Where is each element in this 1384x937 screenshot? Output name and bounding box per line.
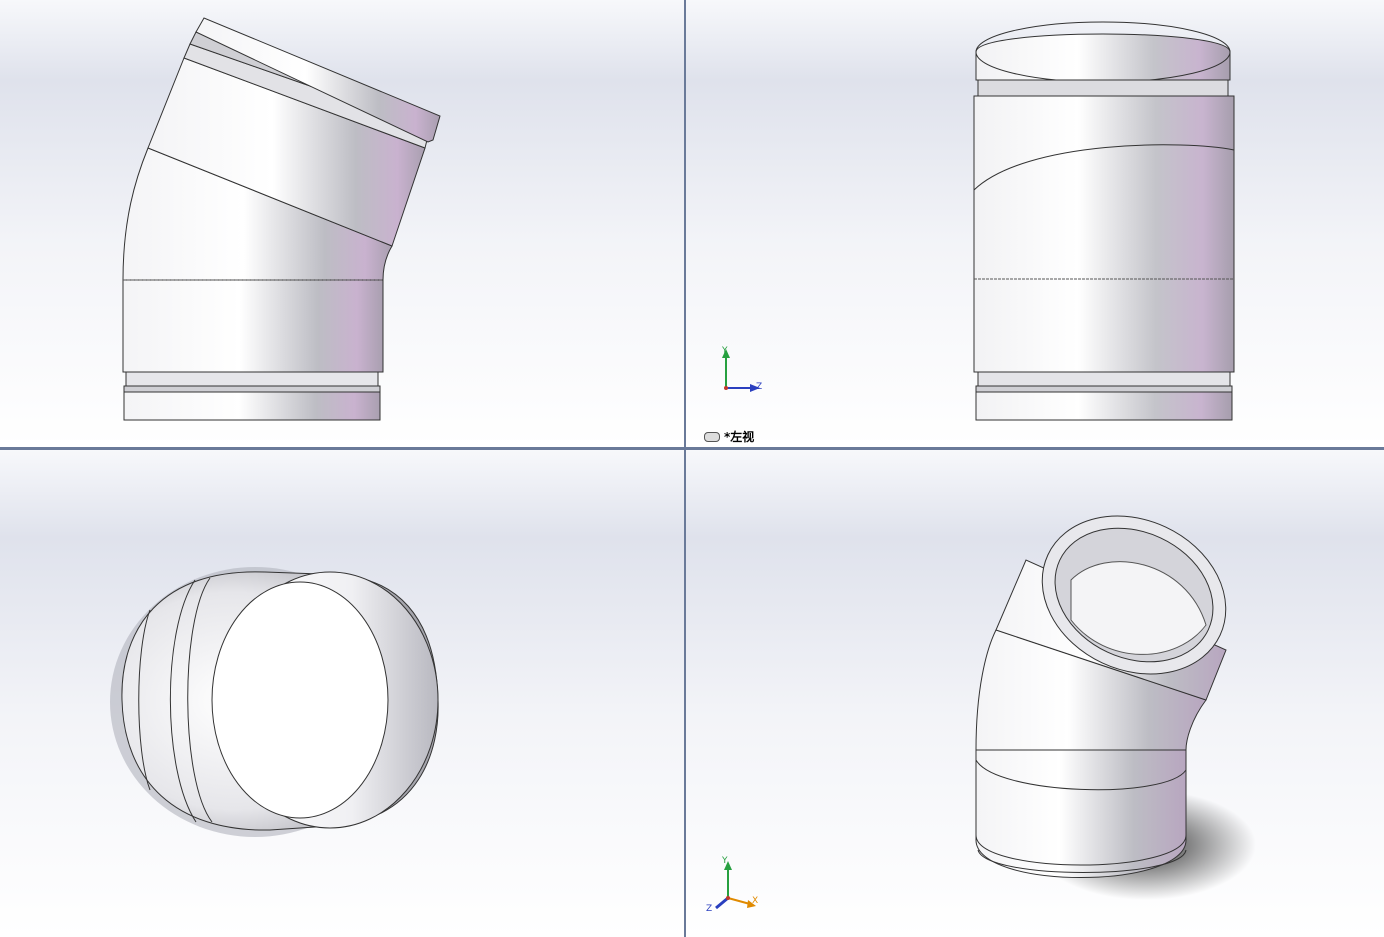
triad-y-label: Y xyxy=(722,346,728,356)
elbow-top-model[interactable] xyxy=(0,450,684,937)
four-view-workspace: Y Z *左视 Y Z X xyxy=(0,0,1384,937)
elbow-left-model[interactable] xyxy=(686,0,1384,447)
viewport-front[interactable] xyxy=(0,0,684,447)
viewport-divider-vertical[interactable] xyxy=(684,0,686,937)
elbow-iso-model[interactable] xyxy=(686,450,1384,937)
triad-z-label: Z xyxy=(756,382,763,392)
triad-z-label: Z xyxy=(706,904,713,914)
triad-y-label: Y xyxy=(722,856,728,866)
viewport-isometric[interactable]: Y Z X xyxy=(686,450,1384,937)
triad-icon xyxy=(722,349,760,392)
triad-x-label: X xyxy=(752,896,759,906)
viewport-divider-horizontal[interactable] xyxy=(0,447,1384,450)
view-name-text: *左视 xyxy=(724,430,755,444)
triad-icon xyxy=(715,861,756,910)
elbow-front-model[interactable] xyxy=(0,0,684,447)
link-icon xyxy=(704,431,720,442)
view-name-label: *左视 xyxy=(704,428,754,445)
viewport-left-view[interactable]: Y Z *左视 xyxy=(686,0,1384,447)
viewport-top-view[interactable] xyxy=(0,450,684,937)
